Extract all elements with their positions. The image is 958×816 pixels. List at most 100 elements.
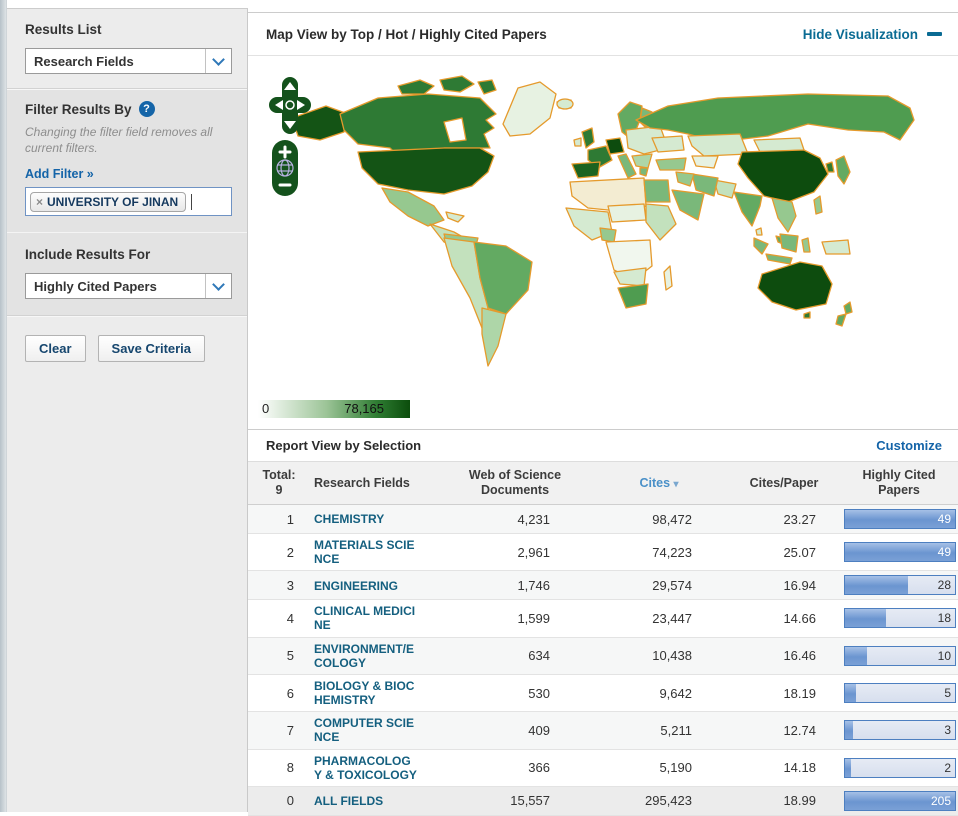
row-rank: 0: [286, 793, 294, 809]
research-field-link[interactable]: BIOLOGY & BIOCHEMISTRY: [314, 679, 418, 707]
map-view-header: Map View by Top / Hot / Highly Cited Pap…: [248, 12, 958, 56]
add-filter-link[interactable]: Add Filter »: [25, 167, 94, 181]
help-icon[interactable]: ?: [138, 101, 155, 117]
row-cites-per-paper: 18.19: [783, 685, 816, 701]
legend-min-value: 0: [262, 401, 270, 416]
map-zoom-control[interactable]: [272, 140, 298, 196]
row-rank: 1: [286, 511, 294, 527]
sidebar-actions: Clear Save Criteria: [7, 315, 247, 382]
results-list-selected-value: Research Fields: [34, 53, 134, 69]
row-cites: 29,574: [652, 577, 692, 593]
highly-cited-papers-bar: 10: [844, 645, 956, 666]
row-rank: 7: [286, 722, 294, 738]
results-list-select[interactable]: Research Fields: [25, 48, 232, 74]
hide-visualization-link[interactable]: Hide Visualization: [803, 27, 942, 42]
chevron-down-icon: [212, 277, 225, 291]
report-table-header-row: Total: 9 Research Fields Web of Science …: [248, 462, 958, 505]
row-cites-per-paper: 14.66: [783, 610, 816, 626]
table-row: 6 BIOLOGY & BIOCHEMISTRY 530 9,642 18.19…: [248, 674, 958, 712]
row-wos-documents: 366: [528, 760, 550, 776]
column-header-cites[interactable]: Cites ▾: [590, 462, 728, 505]
highly-cited-papers-value: 205: [930, 793, 951, 808]
table-row: 1 CHEMISTRY 4,231 98,472 23.27 49: [248, 504, 958, 534]
row-cites: 98,472: [652, 511, 692, 527]
row-field-cell: CHEMISTRY: [310, 505, 440, 534]
research-field-link[interactable]: ENGINEERING: [314, 579, 418, 593]
column-header-highly-cited-papers: Highly Cited Papers: [840, 462, 958, 505]
include-results-select[interactable]: Highly Cited Papers: [25, 273, 232, 300]
table-row: 3 ENGINEERING 1,746 29,574 16.94 28: [248, 570, 958, 600]
row-cites: 5,190: [659, 760, 692, 776]
research-field-link[interactable]: CHEMISTRY: [314, 512, 418, 526]
research-field-link[interactable]: CLINICAL MEDICINE: [314, 604, 418, 632]
highly-cited-papers-value: 3: [944, 723, 951, 738]
row-wos-documents: 15,557: [510, 793, 550, 809]
table-row: 2 MATERIALS SCIENCE 2,961 74,223 25.07 4…: [248, 534, 958, 571]
row-cites-per-paper: 23.27: [783, 511, 816, 527]
column-header-wos-documents: Web of Science Documents: [440, 462, 590, 505]
row-rank: 2: [286, 544, 294, 560]
filter-chip-label: UNIVERSITY OF JINAN: [47, 194, 179, 209]
map-pan-control[interactable]: [268, 76, 312, 136]
results-list-section: Results List Research Fields: [7, 9, 247, 88]
highly-cited-papers-value: 28: [937, 578, 951, 593]
row-field-cell: ENVIRONMENT/ECOLOGY: [310, 637, 440, 674]
row-cites-per-paper: 18.99: [783, 793, 816, 809]
row-hcp-cell: 28: [840, 571, 958, 600]
sort-descending-icon: ▾: [673, 478, 679, 490]
column-header-research-fields: Research Fields: [310, 462, 440, 505]
include-results-selected-value: Highly Cited Papers: [34, 278, 157, 294]
collapse-minus-icon: [927, 32, 942, 36]
row-cites: 295,423: [645, 793, 692, 809]
research-field-link[interactable]: ALL FIELDS: [314, 794, 418, 808]
row-field-cell: BIOLOGY & BIOCHEMISTRY: [310, 674, 440, 711]
row-rank: 4: [286, 610, 294, 626]
column-header-total: Total: 9: [248, 462, 310, 505]
highly-cited-papers-bar: 49: [844, 542, 956, 563]
chevron-down-icon: [212, 52, 225, 66]
filter-chip: × UNIVERSITY OF JINAN: [30, 191, 187, 212]
row-wos-documents: 409: [528, 722, 550, 738]
remove-filter-icon[interactable]: ×: [36, 196, 43, 208]
highly-cited-papers-value: 5: [944, 686, 951, 701]
highly-cited-papers-bar: 18: [844, 608, 956, 629]
row-wos-documents: 1,746: [517, 577, 550, 593]
table-row: 4 CLINICAL MEDICINE 1,599 23,447 14.66 1…: [248, 600, 958, 638]
table-row: 8 PHARMACOLOGY & TOXICOLOGY 366 5,190 14…: [248, 749, 958, 787]
highly-cited-papers-value: 49: [937, 512, 951, 526]
map-color-legend: 0 78,165: [258, 400, 410, 418]
highly-cited-papers-bar: 2: [844, 757, 956, 778]
row-hcp-cell: 18: [840, 600, 958, 637]
filter-input[interactable]: × UNIVERSITY OF JINAN: [25, 187, 232, 217]
highly-cited-papers-value: 10: [937, 648, 951, 663]
results-list-select-button[interactable]: [205, 49, 231, 73]
row-cites: 9,642: [659, 685, 692, 701]
research-field-link[interactable]: COMPUTER SCIENCE: [314, 716, 418, 744]
research-field-link[interactable]: PHARMACOLOGY & TOXICOLOGY: [314, 754, 418, 782]
choropleth-world-map[interactable]: [248, 56, 958, 430]
report-view-header: Report View by Selection Customize: [248, 430, 958, 462]
left-edge-strip: [0, 0, 7, 812]
row-cites-per-paper: 12.74: [783, 722, 816, 738]
clear-button[interactable]: Clear: [25, 335, 86, 363]
legend-max-value: 78,165: [344, 401, 384, 416]
row-cites: 10,438: [652, 648, 692, 664]
world-map-area: 0 78,165: [248, 56, 958, 430]
results-list-heading: Results List: [25, 22, 102, 37]
text-caret: [191, 193, 193, 210]
research-field-link[interactable]: ENVIRONMENT/ECOLOGY: [314, 642, 418, 670]
bar-fill: [845, 684, 856, 703]
bar-fill: [845, 721, 853, 740]
include-results-select-button[interactable]: [205, 274, 231, 299]
save-criteria-button[interactable]: Save Criteria: [97, 335, 206, 363]
row-field-cell: ALL FIELDS: [310, 786, 440, 815]
row-wos-documents: 4,231: [517, 511, 550, 527]
highly-cited-papers-bar: 205: [844, 790, 956, 811]
row-wos-documents: 530: [528, 685, 550, 701]
research-field-link[interactable]: MATERIALS SCIENCE: [314, 538, 418, 566]
row-hcp-cell: 205: [840, 786, 958, 815]
hide-visualization-label: Hide Visualization: [802, 26, 918, 42]
customize-link[interactable]: Customize: [876, 438, 942, 453]
row-rank: 6: [286, 685, 294, 701]
filters-sidebar: Results List Research Fields Filter Resu…: [7, 8, 248, 812]
